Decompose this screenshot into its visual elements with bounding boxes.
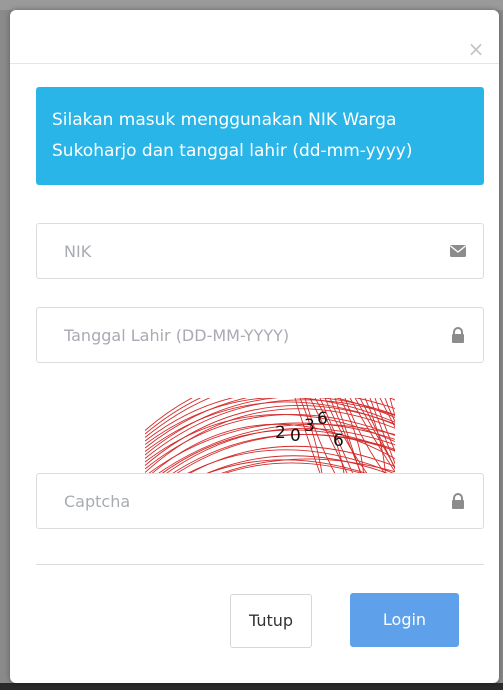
info-text-line-1: Silakan masuk menggunakan NIK Warga <box>52 110 397 130</box>
page-backdrop-bottom <box>0 683 503 690</box>
login-button[interactable]: Login <box>350 593 459 647</box>
info-text-line-2: Sukoharjo dan tanggal lahir (dd-mm-yyyy) <box>52 141 413 161</box>
login-modal: × Silakan masuk menggunakan NIK Warga Su… <box>10 10 499 683</box>
modal-header: × <box>10 10 499 64</box>
nik-input[interactable] <box>37 224 427 278</box>
captcha-digit: 6 <box>317 409 328 429</box>
nik-field <box>36 223 484 279</box>
captcha-digit: 6 <box>333 431 344 451</box>
captcha-digit: 3 <box>304 416 315 436</box>
footer-divider <box>36 564 484 565</box>
close-button[interactable]: Tutup <box>230 594 312 648</box>
birthdate-input[interactable] <box>37 308 427 362</box>
envelope-icon <box>450 245 466 257</box>
info-alert: Silakan masuk menggunakan NIK Warga Suko… <box>36 87 484 185</box>
captcha-digit: 0 <box>290 426 301 446</box>
birthdate-field <box>36 307 484 363</box>
captcha-digit: 2 <box>275 423 286 443</box>
captcha-image: 2 0 3 6 6 <box>145 398 395 478</box>
lock-icon <box>452 327 464 343</box>
page-backdrop <box>0 0 503 10</box>
close-icon[interactable]: × <box>467 39 485 59</box>
captcha-field <box>36 473 484 529</box>
captcha-input[interactable] <box>37 474 427 528</box>
lock-icon <box>452 493 464 509</box>
